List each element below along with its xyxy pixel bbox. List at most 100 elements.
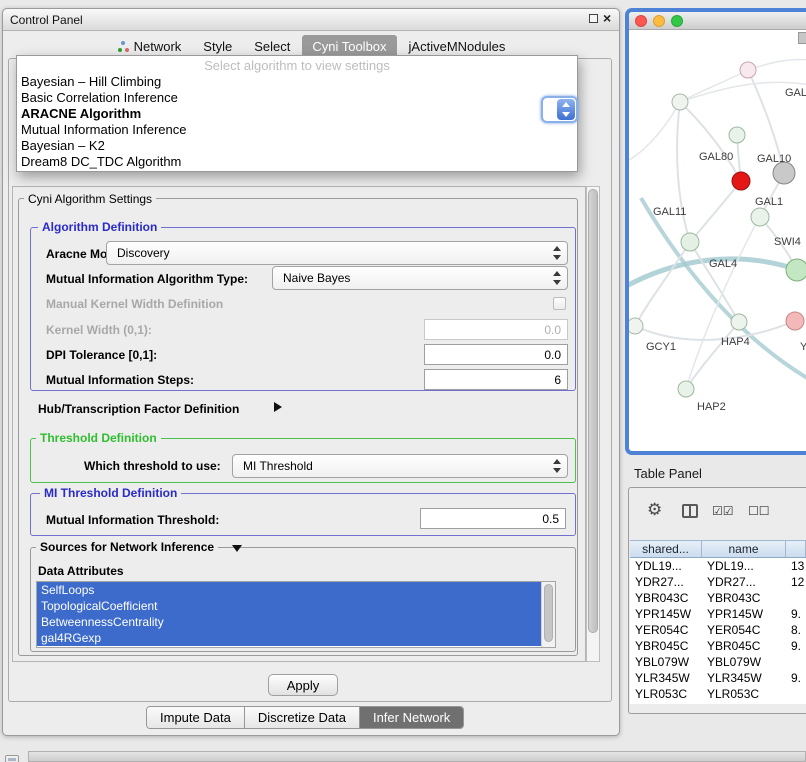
node-label-hap2: HAP2 (697, 401, 726, 413)
table-settings-gear-icon[interactable]: ⚙ (647, 501, 662, 518)
table-cell: YBR043C (630, 590, 702, 606)
attribute-item-selfloops[interactable]: SelfLoops (37, 582, 555, 598)
table-header-row: shared...name (630, 540, 806, 558)
network-window-titlebar[interactable] (629, 12, 806, 30)
sources-title[interactable]: Sources for Network Inference (36, 540, 218, 554)
table-cell: YBL079W (630, 654, 702, 670)
node-label-gcy1: GCY1 (646, 341, 676, 353)
collapse-down-icon[interactable] (232, 545, 242, 552)
table-cell: YPR145W (702, 606, 786, 622)
columns-icon[interactable] (682, 504, 698, 518)
attribute-item-gal4rgexp[interactable]: gal4RGexp (37, 630, 555, 646)
graph-node[interactable] (729, 127, 745, 143)
mi-steps-field[interactable]: 6 (424, 369, 568, 390)
attribute-item-topologicalcoefficient[interactable]: TopologicalCoefficient (37, 598, 555, 614)
table-row[interactable]: YLR345WYLR345W9. (630, 670, 806, 686)
table-cell: YLR053C (630, 686, 702, 702)
scrollbar-thumb[interactable] (588, 189, 598, 633)
graph-node[interactable] (751, 208, 769, 226)
table-row[interactable]: YLR053CYLR053C (630, 686, 806, 702)
edge (635, 321, 795, 340)
graph-node[interactable] (786, 312, 804, 330)
expand-right-icon[interactable] (274, 402, 282, 412)
mi-threshold-field[interactable]: 0.5 (420, 508, 566, 529)
graph-node[interactable] (740, 62, 756, 78)
apply-button[interactable]: Apply (268, 674, 338, 696)
table-panel-title: Table Panel (634, 466, 702, 481)
control-panel-titlebar[interactable] (3, 9, 619, 31)
graph-node[interactable] (732, 172, 750, 190)
algorithm-option-basic-correlation-inference[interactable]: Basic Correlation Inference (17, 90, 577, 106)
bottom-tab-impute-data[interactable]: Impute Data (147, 707, 245, 728)
hub-definition-label[interactable]: Hub/Transcription Factor Definition (38, 402, 239, 416)
bottom-tab-discretize-data[interactable]: Discretize Data (245, 707, 360, 728)
aracne-mode-select[interactable]: Discovery (106, 241, 568, 265)
graph-node[interactable] (773, 162, 795, 184)
network-view-window: GALGAL80GAL10GAL11GAL1SWI4GAL4GCY1HAP4YH… (625, 8, 806, 455)
table-row[interactable]: YBR045CYBR045C9. (630, 638, 806, 654)
table-row[interactable]: YBR043CYBR043C (630, 590, 806, 606)
column-header-shared[interactable]: shared... (630, 540, 702, 558)
table-row[interactable]: YDR27...YDR27...12 (630, 574, 806, 590)
bottom-tab-infer-network[interactable]: Infer Network (360, 707, 463, 728)
edge (686, 322, 739, 389)
zoom-traffic-light-icon[interactable] (671, 15, 683, 27)
algorithm-option-bayesian-hill-climbing[interactable]: Bayesian – Hill Climbing (17, 74, 577, 90)
mi-threshold-title: MI Threshold Definition (40, 486, 181, 500)
table-cell: YDL19... (630, 558, 702, 574)
table-cell: YLR345W (702, 670, 786, 686)
algorithm-combo-stepper[interactable] (541, 96, 578, 123)
data-attributes-list[interactable]: SelfLoopsTopologicalCoefficientBetweenne… (36, 581, 556, 648)
minimize-traffic-light-icon[interactable] (653, 15, 665, 27)
table-cell (786, 654, 806, 670)
mi-threshold-label: Mutual Information Threshold: (46, 513, 219, 527)
select-all-checkboxes-icon[interactable]: ☑☑ (712, 504, 734, 518)
mi-algorithm-type-select[interactable]: Naive Bayes (272, 266, 568, 290)
attributes-list-scrollbar-thumb[interactable] (544, 584, 553, 642)
attribute-item-betweennesscentrality[interactable]: BetweennessCentrality (37, 614, 555, 630)
node-label-gal: GAL (785, 87, 806, 99)
deselect-all-checkboxes-icon[interactable]: ☐☐ (748, 504, 770, 518)
algorithm-definition-title: Algorithm Definition (38, 220, 161, 234)
collapsed-panel-icon[interactable] (5, 755, 19, 762)
manual-kernel-width-checkbox[interactable] (553, 297, 566, 310)
graph-node[interactable] (731, 314, 747, 330)
table-row[interactable]: YBL079WYBL079W (630, 654, 806, 670)
column-header-name[interactable]: name (702, 540, 786, 558)
combo-arrows-icon (553, 246, 561, 260)
algorithm-option-bayesian-k2[interactable]: Bayesian – K2 (17, 138, 577, 154)
table-row[interactable]: YDL19...YDL19...13 (630, 558, 806, 574)
column-header-extra[interactable] (786, 540, 806, 558)
graph-node[interactable] (672, 94, 688, 110)
algorithm-option-aracne-algorithm[interactable]: ARACNE Algorithm (17, 106, 577, 122)
table-cell: YDL19... (702, 558, 786, 574)
screen: Control Panel × NetworkStyleSelectCyni T… (0, 0, 806, 762)
float-window-icon[interactable] (589, 14, 598, 23)
graph-node[interactable] (629, 318, 643, 334)
table-row[interactable]: YPR145WYPR145W9. (630, 606, 806, 622)
combo-arrows-icon (553, 271, 561, 285)
network-scroll-button[interactable] (798, 32, 806, 44)
algorithm-option-mutual-information-inference[interactable]: Mutual Information Inference (17, 122, 577, 138)
node-label-gal4: GAL4 (709, 258, 737, 270)
table-cell: YDR27... (702, 574, 786, 590)
algorithm-placeholder-option[interactable]: Select algorithm to view settings (17, 57, 577, 74)
which-threshold-label: Which threshold to use: (84, 459, 221, 473)
threshold-definition-title: Threshold Definition (36, 431, 161, 445)
graph-node[interactable] (678, 381, 694, 397)
settings-scrollbar[interactable] (586, 186, 600, 662)
algorithm-option-dream8-dc-tdc-algorithm[interactable]: Dream8 DC_TDC Algorithm (17, 154, 577, 170)
close-traffic-light-icon[interactable] (635, 15, 647, 27)
kernel-width-field[interactable]: 0.0 (424, 319, 568, 340)
dpi-tolerance-field[interactable]: 0.0 (424, 344, 568, 365)
close-window-icon[interactable]: × (603, 11, 611, 25)
node-label-hap4: HAP4 (721, 336, 750, 348)
network-graph-canvas[interactable]: GALGAL80GAL10GAL11GAL1SWI4GAL4GCY1HAP4YH… (629, 30, 806, 455)
graph-node[interactable] (786, 259, 806, 281)
table-row[interactable]: YER054CYER054C8. (630, 622, 806, 638)
attributes-list-scrollbar[interactable] (541, 582, 555, 647)
manual-kernel-width-label: Manual Kernel Width Definition (46, 297, 223, 311)
table-cell: 9. (786, 670, 806, 686)
which-threshold-select[interactable]: MI Threshold (232, 454, 568, 478)
graph-node[interactable] (681, 233, 699, 251)
